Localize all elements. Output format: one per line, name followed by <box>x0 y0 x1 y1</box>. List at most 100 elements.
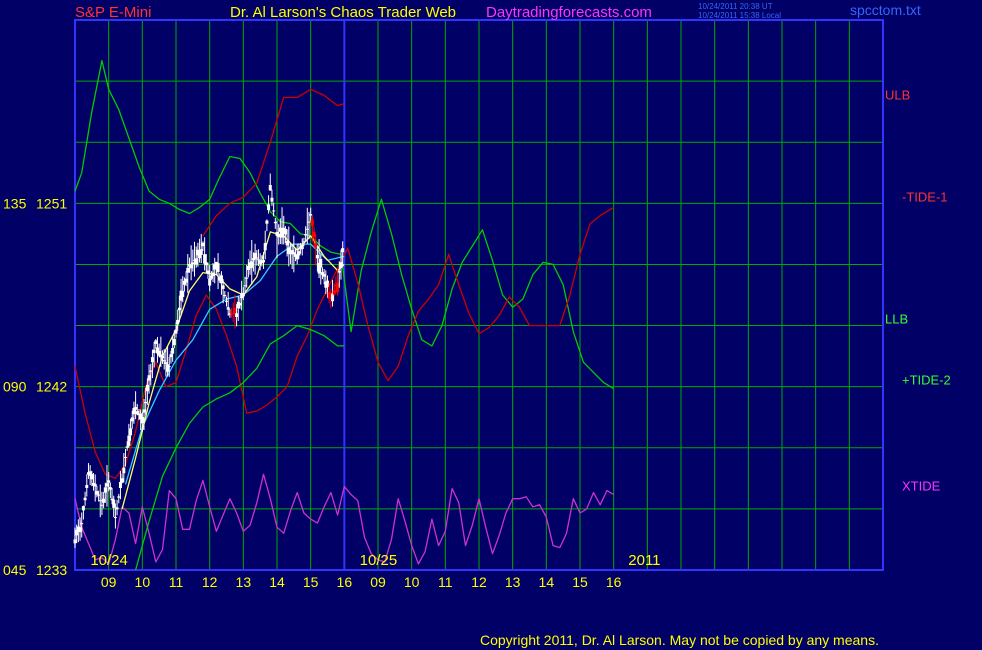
price-bar-body <box>263 243 267 251</box>
price-bar-body <box>241 292 245 297</box>
price-bar-body <box>134 407 138 410</box>
price-bar-body <box>80 523 84 525</box>
symbol-label: S&P E-Mini <box>75 4 151 21</box>
price-bar-body <box>203 254 207 264</box>
x-axis-tick-label: 14 <box>269 574 285 590</box>
price-bar-body <box>307 221 311 223</box>
x-axis-tick-label: 09 <box>370 574 386 590</box>
timestamp-ut: 10/24/2011 20:38 UT <box>698 2 773 11</box>
price-bar-body <box>285 241 289 246</box>
date-label: 10/24 <box>90 552 128 569</box>
price-bar-body <box>265 220 269 224</box>
price-bar-body <box>238 303 242 306</box>
price-bar-body <box>309 214 313 216</box>
price-bar-body <box>103 487 107 493</box>
price-bar-body <box>292 252 296 255</box>
series-name-label: ULB <box>885 87 910 102</box>
y-axis-price: 1251 <box>36 195 67 211</box>
y-axis-price: 1242 <box>36 379 67 395</box>
price-chart: 135 1251 090 1242 045 1233 09 10 11 12 13 14 15 16 09 1… <box>0 0 982 650</box>
price-bar-body <box>297 251 301 256</box>
x-axis-tick-label: 14 <box>539 574 555 590</box>
price-bar-body <box>145 384 149 392</box>
price-bar-body <box>327 291 331 299</box>
price-bar-body <box>100 504 104 506</box>
price-bar-body <box>164 362 168 364</box>
y-axis-prefix: 045 <box>3 562 27 578</box>
price-bar-body <box>262 260 266 263</box>
price-bar-body <box>154 340 158 344</box>
price-bar-body <box>162 360 166 362</box>
price-bar-body <box>115 507 119 510</box>
price-bar-body <box>223 295 227 297</box>
price-bar-body <box>161 355 165 359</box>
price-bar-body <box>199 249 203 255</box>
date-label: 2011 <box>628 552 660 569</box>
x-axis-tick-label: 15 <box>303 574 319 590</box>
price-bar-body <box>209 275 213 279</box>
price-bar-body <box>150 357 154 363</box>
price-bar-body <box>93 483 97 487</box>
price-bar-body <box>176 319 180 325</box>
price-bar-body <box>270 197 274 202</box>
price-bar-body <box>167 366 171 368</box>
price-bar-body <box>283 228 287 235</box>
price-bar-body <box>81 506 85 511</box>
x-axis-tick-label: 11 <box>169 574 184 590</box>
price-bar-body <box>267 204 271 211</box>
price-bar-body <box>221 285 225 289</box>
price-bar-body <box>243 285 247 287</box>
price-bar-body <box>169 354 173 358</box>
price-bar-body <box>125 446 129 448</box>
price-bar-body <box>142 409 146 413</box>
price-bar-body <box>171 347 175 354</box>
price-bar-body <box>319 258 323 268</box>
price-bar-body <box>336 282 340 293</box>
price-bar-body <box>172 338 176 346</box>
price-bar-body <box>152 349 156 354</box>
price-bar-body <box>184 278 188 283</box>
series-name-label: +TIDE-2 <box>902 373 951 388</box>
price-bar-body <box>337 270 341 273</box>
price-bar-body <box>194 258 198 265</box>
price-bar-body <box>332 289 336 295</box>
y-axis-price: 1233 <box>36 562 67 578</box>
x-axis-tick-label: 10 <box>135 574 151 590</box>
price-bar-body <box>112 499 116 508</box>
price-bar-body <box>255 257 259 259</box>
price-bar-body <box>331 293 335 302</box>
price-bar-body <box>226 307 230 310</box>
price-bar-body <box>140 417 144 424</box>
timestamp-local: 10/24/2011 15:38 Local <box>698 11 781 20</box>
x-axis-tick-label: 12 <box>471 574 487 590</box>
price-bar-body <box>305 228 309 230</box>
price-bar-body <box>122 467 126 474</box>
price-bar-body <box>107 480 111 483</box>
price-bar-body <box>95 491 99 495</box>
x-axis-tick-label: 12 <box>202 574 218 590</box>
y-axis-prefix: 090 <box>3 379 27 395</box>
price-bar-body <box>118 481 122 489</box>
price-bar-body <box>272 210 276 212</box>
price-bar-body <box>310 219 314 227</box>
price-bar-body <box>135 411 139 415</box>
price-bar-body <box>144 401 148 404</box>
series-name-label: LLB <box>885 312 908 327</box>
site-link[interactable]: Daytradingforecasts.com <box>486 4 652 21</box>
price-bar-body <box>268 185 272 191</box>
price-bar-body <box>280 229 284 238</box>
price-bar-body <box>204 262 208 266</box>
x-axis-tick-label: 13 <box>236 574 252 590</box>
series-name-label: XTIDE <box>902 479 941 494</box>
price-bar-body <box>174 329 178 334</box>
price-bar-body <box>102 498 106 503</box>
price-bar-body <box>90 473 94 480</box>
price-bar-body <box>78 527 82 533</box>
x-axis-tick-label: 13 <box>505 574 521 590</box>
price-bar-body <box>277 233 281 238</box>
x-axis-tick-label: 09 <box>101 574 117 590</box>
price-bar-body <box>208 278 212 286</box>
x-axis-tick-label: 10 <box>404 574 420 590</box>
x-axis-tick-label: 16 <box>606 574 622 590</box>
price-bar-body <box>120 478 124 483</box>
